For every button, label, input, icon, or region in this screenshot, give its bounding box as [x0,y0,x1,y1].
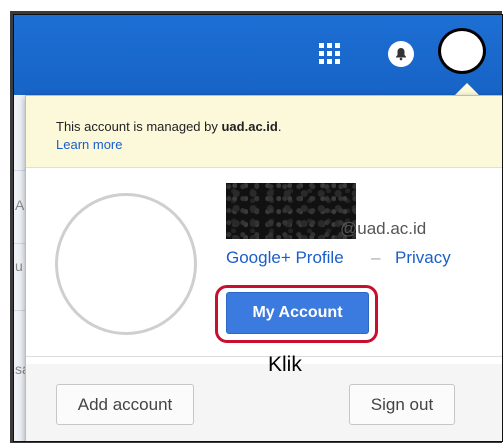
top-app-bar [14,15,502,95]
background-text: u [15,258,23,274]
notifications-button[interactable] [388,41,414,67]
background-text: A [15,197,25,213]
managed-domain: uad.ac.id [221,119,278,134]
screenshot-shadow: A u sa This account is managed by uad.ac… [10,11,503,443]
avatar-button[interactable] [438,28,486,74]
google-plus-profile-link[interactable]: Google+ Profile [226,248,344,268]
sign-out-button[interactable]: Sign out [349,384,455,425]
screenshot-frame: A u sa This account is managed by uad.ac… [13,14,503,442]
redacted-name [226,183,356,239]
managed-prefix: This account is managed by [56,119,222,134]
account-popup: This account is managed by uad.ac.id. Le… [25,95,502,441]
email-address: @uad.ac.id [340,219,427,238]
link-separator: – [371,248,381,267]
managed-suffix: . [277,119,282,134]
privacy-link[interactable]: Privacy [395,248,451,268]
footer-divider [26,356,502,357]
bell-icon [396,48,406,61]
learn-more-link[interactable]: Learn more [56,137,122,152]
my-account-button[interactable]: My Account [226,292,369,334]
popup-pointer [455,83,479,95]
apps-grid-icon[interactable] [319,43,341,65]
add-account-button[interactable]: Add account [56,384,194,425]
managed-account-notice: This account is managed by uad.ac.id. Le… [26,96,502,168]
managed-notice-text: This account is managed by uad.ac.id. [56,119,281,134]
klik-annotation: Klik [268,353,302,376]
popup-footer: Add account Sign out [26,364,502,441]
profile-photo[interactable] [55,193,197,335]
